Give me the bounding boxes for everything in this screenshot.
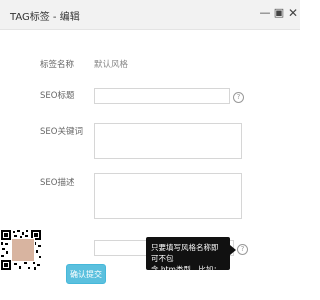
maximize-icon[interactable]: ▣	[272, 6, 286, 20]
seo-description-textarea[interactable]	[94, 173, 242, 219]
close-icon[interactable]: ✕	[286, 6, 300, 20]
seo-keywords-label: SEO关键词	[40, 127, 83, 137]
avatar	[11, 238, 35, 262]
help-icon[interactable]: ?	[233, 92, 244, 103]
tooltip-arrow	[230, 245, 236, 255]
seo-description-label: SEO描述	[40, 178, 75, 188]
tooltip-line: 只要填写风格名称即可不包	[151, 243, 219, 263]
minimize-icon[interactable]: —	[258, 6, 272, 20]
seo-title-input[interactable]	[94, 88, 230, 104]
window-titlebar: TAG标签 - 编辑 — ▣ ✕	[0, 0, 300, 30]
seo-title-label: SEO标题	[40, 91, 75, 101]
tag-name-value: 默认风格	[94, 60, 129, 70]
submit-button[interactable]: 确认提交	[66, 264, 106, 284]
tag-name-label: 标签名称	[40, 60, 75, 70]
help-tooltip: 只要填写风格名称即可不包 含.htm类型，比如：tagindex	[146, 237, 230, 285]
window-title: TAG标签 - 编辑	[10, 12, 80, 23]
help-icon[interactable]: ?	[237, 244, 248, 255]
tooltip-line: 含.htm类型，比如：tagindex	[151, 265, 221, 285]
seo-keywords-textarea[interactable]	[94, 123, 242, 159]
